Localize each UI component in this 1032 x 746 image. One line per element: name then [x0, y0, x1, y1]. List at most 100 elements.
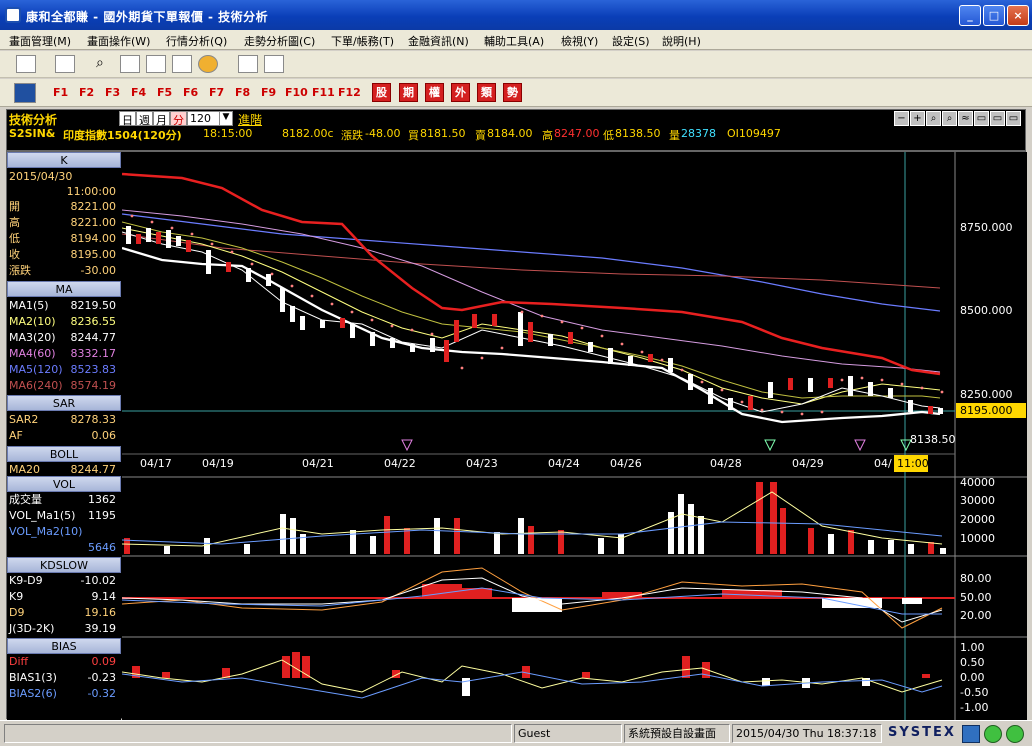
date-tick: 04/29	[792, 457, 824, 470]
ma2-line	[122, 227, 941, 405]
period-month[interactable]: 月	[153, 111, 170, 127]
logo-icon[interactable]	[14, 83, 36, 103]
globe-icon[interactable]	[198, 55, 218, 73]
magnify-icon[interactable]: ⌕	[942, 111, 957, 126]
title-bar: 康和全都賺 - 國外期貨下單報價 - 技術分析 _ □ ×	[0, 0, 1032, 30]
save-icon[interactable]: ▭	[974, 111, 989, 126]
candle	[454, 320, 459, 342]
window-icon[interactable]: ▭	[990, 111, 1005, 126]
af-label: AF	[9, 429, 23, 442]
menu-item-quote-analysis[interactable]: 行情分析(Q)	[166, 33, 227, 49]
foreign-button[interactable]: 外	[451, 83, 470, 102]
period-week[interactable]: 週	[136, 111, 153, 127]
window-title: 康和全都賺 - 國外期貨下單報價 - 技術分析	[26, 10, 269, 24]
monitor-icon[interactable]	[55, 55, 75, 73]
search-icon[interactable]: ⌕	[96, 55, 116, 73]
fkey-f9[interactable]: F9	[261, 86, 276, 99]
minimize-button[interactable]: _	[959, 5, 981, 26]
vol-tick: 10000	[960, 532, 995, 545]
fkey-f6[interactable]: F6	[183, 86, 198, 99]
k-time-value: 11:00:00	[66, 185, 116, 198]
search-icon[interactable]: ⌕	[926, 111, 941, 126]
change-value: -48.00	[365, 127, 401, 140]
fkey-f7[interactable]: F7	[209, 86, 224, 99]
menu-item-finance-info[interactable]: 金融資訊(N)	[408, 33, 469, 49]
boll-panel-head: BOLL	[7, 446, 121, 462]
menu-item-view[interactable]: 檢視(Y)	[561, 33, 598, 49]
bias-tick: -1.00	[960, 701, 988, 714]
k-high: 高 8221.00	[9, 215, 119, 231]
status-ok-icon[interactable]	[984, 725, 1002, 743]
trend-button[interactable]: 勢	[503, 83, 522, 102]
menu-item-screen-manage[interactable]: 畫面管理(M)	[9, 33, 71, 49]
split-icon[interactable]	[172, 55, 192, 73]
candle	[728, 398, 733, 410]
period-day[interactable]: 日	[119, 111, 136, 127]
candle	[176, 236, 181, 246]
chart-svg[interactable]: 8750.000 8500.000 8250.000 8195.000 8138…	[122, 152, 1027, 720]
zoom-in-icon[interactable]: +	[910, 111, 925, 126]
close-button[interactable]: ×	[1007, 5, 1029, 26]
candle	[688, 374, 693, 390]
function-toolbar: F1 F2 F3 F4 F5 F6 F7 F8 F9 F10 F11 F12 股…	[0, 79, 1032, 107]
maximize-button[interactable]: □	[983, 5, 1005, 26]
menu-item-order[interactable]: 下單/帳務(T)	[331, 33, 394, 49]
fkey-f8[interactable]: F8	[235, 86, 250, 99]
brand-logo: SYSTEX	[888, 725, 956, 740]
menu-item-settings[interactable]: 設定(S)	[612, 33, 650, 49]
close-window-icon[interactable]	[120, 55, 140, 73]
menu-item-help[interactable]: 說明(H)	[662, 33, 701, 49]
advanced-link[interactable]: 進階	[238, 111, 262, 128]
fkey-f1[interactable]: F1	[53, 86, 68, 99]
k-low-value: 8194.00	[70, 232, 117, 245]
category-button[interactable]: 類	[477, 83, 496, 102]
d9-row: D9 19.16	[9, 605, 119, 621]
screen-icon[interactable]	[16, 55, 36, 73]
period-minute[interactable]: 分	[170, 111, 187, 127]
chevron-down-icon[interactable]: ▼	[219, 111, 233, 126]
bias-tick: -0.50	[960, 686, 988, 699]
menu-item-screen-operate[interactable]: 畫面操作(W)	[87, 33, 150, 49]
candle	[300, 316, 305, 330]
zoom-out-icon[interactable]: −	[894, 111, 909, 126]
kd-panel-head: KDSLOW	[7, 557, 121, 573]
k-change: 漲跌 -30.00	[9, 263, 119, 279]
fkey-f5[interactable]: F5	[157, 86, 172, 99]
menu-item-trend-chart[interactable]: 走勢分析圖(C)	[244, 33, 315, 49]
vol-ma2-value: 5646	[88, 541, 116, 554]
settings-icon[interactable]: ≈	[958, 111, 973, 126]
candle	[548, 334, 553, 346]
candle	[472, 314, 477, 328]
stock-button[interactable]: 股	[372, 83, 391, 102]
vol-ma1-label: VOL_Ma1(5)	[9, 509, 76, 522]
fkey-f2[interactable]: F2	[79, 86, 94, 99]
status-ok-icon[interactable]	[1006, 725, 1024, 743]
connection-icon[interactable]	[962, 725, 980, 743]
main-toolbar: ⌕	[0, 51, 1032, 78]
candle	[126, 226, 131, 244]
fkey-f11[interactable]: F11	[312, 86, 335, 99]
candle	[648, 354, 653, 362]
last-price: 8182.00c	[282, 127, 334, 140]
app-icon	[5, 7, 21, 23]
fkey-f10[interactable]: F10	[285, 86, 308, 99]
date-tick: 04/17	[140, 457, 172, 470]
fkey-f12[interactable]: F12	[338, 86, 361, 99]
fkey-f4[interactable]: F4	[131, 86, 146, 99]
menu-item-tools[interactable]: 輔助工具(A)	[484, 33, 544, 49]
tile-icon[interactable]	[146, 55, 166, 73]
vol-ma1-row: VOL_Ma1(5) 1195	[9, 508, 119, 524]
bias1-label: BIAS1(3)	[9, 671, 57, 684]
vol-ma2-label: VOL_Ma2(10)	[9, 525, 83, 538]
chart-icon[interactable]	[264, 55, 284, 73]
ma2-value: 8236.55	[70, 315, 117, 328]
candle	[518, 312, 523, 346]
restore-icon[interactable]: ▭	[1006, 111, 1021, 126]
futures-button[interactable]: 期	[399, 83, 418, 102]
bias1-value: -0.23	[87, 671, 116, 684]
fkey-f3[interactable]: F3	[105, 86, 120, 99]
options-button[interactable]: 權	[425, 83, 444, 102]
ma4-label: MA4(60)	[9, 347, 56, 360]
volume-bars	[124, 482, 946, 554]
folder-icon[interactable]	[238, 55, 258, 73]
